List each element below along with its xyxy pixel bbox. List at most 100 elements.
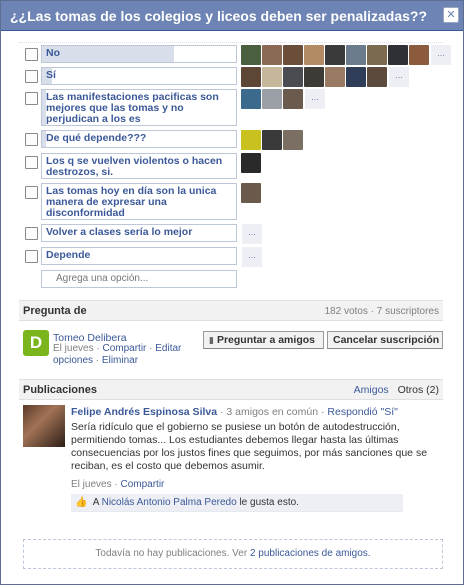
- vote-stats: 182 votos · 7 suscriptores: [324, 306, 440, 317]
- voter-avatar[interactable]: [241, 67, 261, 87]
- vote-checkbox[interactable]: [25, 133, 38, 146]
- voter-avatars: ...: [241, 247, 262, 267]
- delete-link[interactable]: Eliminar: [102, 355, 138, 366]
- voter-avatar[interactable]: [283, 89, 303, 109]
- voter-avatar[interactable]: [262, 67, 282, 87]
- voter-avatar[interactable]: [241, 89, 261, 109]
- poll-option-bar[interactable]: No: [41, 45, 237, 63]
- publications-title: Publicaciones: [23, 384, 97, 396]
- voter-avatar[interactable]: [346, 45, 366, 65]
- poll-option-label: Las tomas hoy en día son la unica manera…: [46, 185, 217, 219]
- close-icon[interactable]: ✕: [443, 7, 459, 23]
- asker-logo[interactable]: D: [23, 330, 49, 356]
- voter-avatar[interactable]: [241, 153, 261, 173]
- voter-avatar[interactable]: [241, 45, 261, 65]
- poll-option-bar[interactable]: Los q se vuelven violentos o hacen destr…: [41, 153, 237, 179]
- poll-option-bar[interactable]: Volver a clases sería lo mejor: [41, 224, 237, 242]
- more-voters-button[interactable]: ...: [389, 67, 409, 87]
- more-voters-button[interactable]: ...: [305, 89, 325, 109]
- likes-suffix: le gusta esto.: [239, 497, 299, 508]
- poll-option-row: Las manifestaciones pacificas son mejore…: [19, 89, 443, 126]
- poll-option-row: Las tomas hoy en día son la unica manera…: [19, 183, 443, 220]
- voter-avatars: ...: [241, 224, 262, 244]
- question-icon: ▮: [209, 335, 214, 345]
- likes-prefix: A: [92, 497, 99, 508]
- poll-option-row: No...: [19, 45, 451, 65]
- asked-by-header: Pregunta de 182 votos · 7 suscriptores: [19, 300, 443, 321]
- post-time: El jueves: [71, 479, 112, 490]
- voter-avatar[interactable]: [304, 45, 324, 65]
- ask-friends-label: Preguntar a amigos: [216, 334, 315, 346]
- asker-time: El jueves: [53, 343, 94, 354]
- voter-avatar[interactable]: [283, 45, 303, 65]
- poll-option-row: Depende...: [19, 247, 443, 267]
- poll-option-bar[interactable]: Sí: [41, 67, 237, 85]
- friends-in-common[interactable]: 3 amigos en común: [226, 406, 318, 418]
- voter-avatar[interactable]: [283, 130, 303, 150]
- friends-publications-link[interactable]: 2 publicaciones de amigos.: [250, 548, 371, 559]
- publications-header: Publicaciones Amigos Otros (2): [19, 379, 443, 400]
- cancel-subscription-label: Cancelar suscripción: [333, 334, 440, 346]
- voter-avatars: ...: [241, 45, 451, 65]
- voter-avatar[interactable]: [262, 45, 282, 65]
- poll-option-label: Las manifestaciones pacificas son mejore…: [46, 91, 219, 125]
- poll-option-row: Sí...: [19, 67, 443, 87]
- voter-avatar[interactable]: [241, 130, 261, 150]
- poll-option-bar[interactable]: Depende: [41, 247, 237, 265]
- voter-avatar[interactable]: [304, 67, 324, 87]
- post-answer: Respondió "Sí": [327, 406, 398, 418]
- more-voters-button[interactable]: ...: [242, 224, 262, 244]
- poll-option-bar[interactable]: Las tomas hoy en día son la unica manera…: [41, 183, 237, 220]
- post-header: Felipe Andrés Espinosa Silva · 3 amigos …: [71, 406, 398, 418]
- voter-avatar[interactable]: [325, 45, 345, 65]
- voter-avatars: [241, 183, 262, 203]
- vote-checkbox[interactable]: [25, 227, 38, 240]
- vote-checkbox[interactable]: [25, 70, 38, 83]
- cancel-subscription-button[interactable]: Cancelar suscripción: [327, 331, 443, 349]
- add-option-input[interactable]: Agrega una opción...: [41, 270, 237, 288]
- voter-avatar[interactable]: [262, 89, 282, 109]
- publications-tabs: Amigos Otros (2): [354, 384, 439, 396]
- ask-friends-button[interactable]: ▮ Preguntar a amigos: [203, 331, 324, 349]
- poll-options: No... Sí... Las manifestaciones pacificas …: [19, 42, 451, 292]
- poll-option-label: De qué depende???: [46, 132, 147, 144]
- voter-avatar[interactable]: [409, 45, 429, 65]
- poll-option-label: Depende: [46, 249, 91, 261]
- vote-checkbox[interactable]: [25, 48, 38, 61]
- voter-avatar[interactable]: [325, 67, 345, 87]
- post-author-avatar[interactable]: [23, 405, 65, 447]
- no-publications-box: Todavía no hay publicaciones. Ver 2 publ…: [23, 539, 443, 569]
- voter-avatar[interactable]: [346, 67, 366, 87]
- asked-by-title: Pregunta de: [23, 305, 87, 317]
- vote-checkbox[interactable]: [25, 250, 38, 263]
- vote-checkbox[interactable]: [25, 156, 38, 169]
- voter-avatar[interactable]: [262, 130, 282, 150]
- poll-option-row: Los q se vuelven violentos o hacen destr…: [19, 153, 443, 179]
- more-voters-button[interactable]: ...: [431, 45, 451, 65]
- post-text: Sería ridículo que el gobierno se pusies…: [71, 421, 428, 472]
- vote-checkbox[interactable]: [25, 186, 38, 199]
- voter-avatar[interactable]: [367, 45, 387, 65]
- tab-friends[interactable]: Amigos: [354, 384, 389, 396]
- share-link[interactable]: Compartir: [102, 343, 146, 354]
- vote-checkbox[interactable]: [25, 92, 38, 105]
- voter-avatar[interactable]: [241, 183, 261, 203]
- tab-others[interactable]: Otros (2): [398, 384, 439, 396]
- poll-option-bar[interactable]: De qué depende???: [41, 130, 237, 148]
- voter-avatar[interactable]: [388, 45, 408, 65]
- poll-option-row: De qué depende???: [19, 130, 443, 150]
- voter-avatars: [241, 130, 304, 150]
- voter-avatar[interactable]: [367, 67, 387, 87]
- dialog-content: No... Sí... Las manifestaciones pacificas …: [19, 42, 451, 569]
- post-author-name[interactable]: Felipe Andrés Espinosa Silva: [71, 406, 217, 418]
- voter-avatar[interactable]: [283, 67, 303, 87]
- post-share-link[interactable]: Compartir: [120, 479, 164, 490]
- likes-person[interactable]: Nicolás Antonio Palma Peredo: [102, 497, 237, 508]
- poll-option-bar[interactable]: Las manifestaciones pacificas son mejore…: [41, 89, 237, 126]
- poll-option-label: Sí: [46, 69, 56, 81]
- like-thumb-icon: 👍: [75, 497, 88, 508]
- poll-option-row: Volver a clases sería lo mejor...: [19, 224, 443, 244]
- likes-box: 👍 A Nicolás Antonio Palma Peredo le gust…: [71, 494, 403, 512]
- more-voters-button[interactable]: ...: [242, 247, 262, 267]
- dialog-title: ¿¿Las tomas de los colegios y liceos deb…: [1, 1, 463, 31]
